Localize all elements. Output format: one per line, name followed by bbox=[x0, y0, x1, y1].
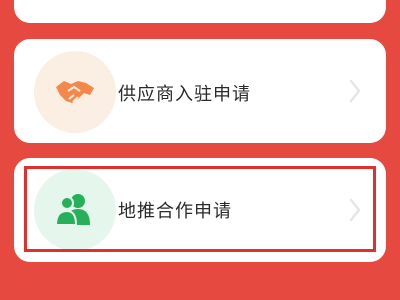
handshake-icon-badge bbox=[34, 51, 116, 133]
chevron-right-icon bbox=[349, 198, 361, 222]
chevron-right-icon bbox=[349, 79, 361, 103]
menu-item-label: 地推合作申请 bbox=[118, 201, 232, 222]
users-icon bbox=[54, 194, 90, 226]
menu-item-label: 供应商入驻申请 bbox=[118, 84, 251, 105]
menu-item-supplier-apply[interactable]: 供应商入驻申请 bbox=[14, 39, 386, 143]
menu-item-ground-promotion-apply[interactable]: 地推合作申请 bbox=[14, 158, 386, 262]
menu-card-partial[interactable] bbox=[14, 0, 386, 23]
handshake-icon bbox=[56, 81, 94, 103]
users-icon-badge bbox=[34, 169, 116, 251]
